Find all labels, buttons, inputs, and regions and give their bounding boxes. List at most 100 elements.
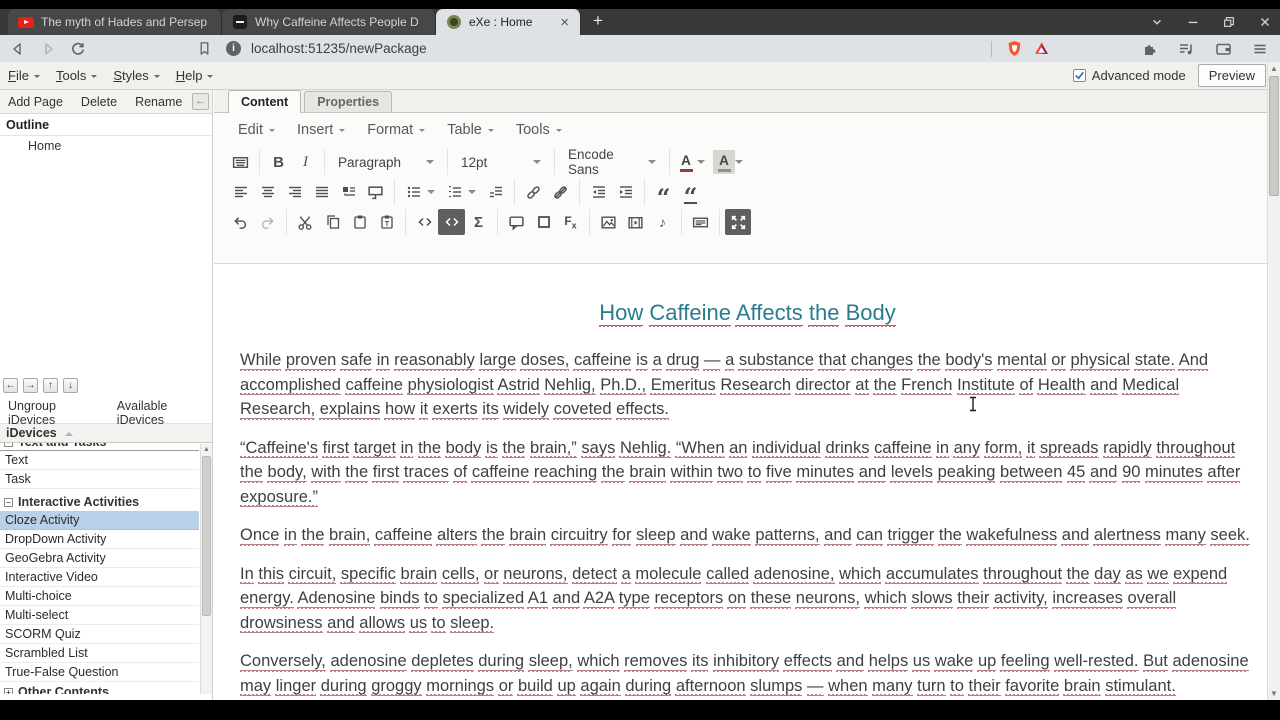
- cut-button[interactable]: [292, 209, 319, 235]
- site-info-icon[interactable]: i: [226, 41, 241, 56]
- tab-close-icon[interactable]: ×: [559, 15, 570, 30]
- editor-menu-tools[interactable]: Tools: [510, 122, 568, 138]
- chevron-down-icon[interactable]: [468, 190, 476, 198]
- align-left-button[interactable]: [227, 179, 254, 205]
- window-chevron-icon[interactable]: [1150, 15, 1164, 29]
- insert-image-button[interactable]: [595, 209, 622, 235]
- move-left-button[interactable]: ←: [3, 378, 18, 393]
- outline-item-home[interactable]: Home: [0, 136, 212, 156]
- insert-block-button[interactable]: [335, 179, 362, 205]
- playlist-music-icon[interactable]: [1178, 41, 1195, 57]
- text-color-button[interactable]: A: [675, 150, 697, 174]
- callout-button[interactable]: [362, 179, 389, 205]
- numbered-list-button[interactable]: [441, 179, 468, 205]
- scroll-up-icon[interactable]: ▲: [201, 444, 212, 455]
- menu-hamburger-icon[interactable]: [1252, 41, 1268, 57]
- wallet-icon[interactable]: [1215, 41, 1232, 57]
- toolbar-toggle-button[interactable]: [227, 149, 254, 175]
- advanced-mode-checkbox[interactable]: [1072, 69, 1086, 82]
- paste-as-text-button[interactable]: T: [373, 209, 400, 235]
- bold-button[interactable]: B: [265, 149, 292, 175]
- menu-file[interactable]: File: [0, 68, 48, 83]
- idevice-item-cloze-activity[interactable]: Cloze Activity: [0, 511, 199, 530]
- insert-link-button[interactable]: [520, 179, 547, 205]
- window-restore-icon[interactable]: [1222, 15, 1236, 29]
- undo-button[interactable]: [227, 209, 254, 235]
- move-up-button[interactable]: ↑: [43, 378, 58, 393]
- chevron-down-icon[interactable]: [735, 160, 743, 168]
- browser-tab-1[interactable]: The myth of Hades and Persep: [8, 9, 222, 35]
- bookmark-icon[interactable]: [192, 37, 216, 61]
- align-right-button[interactable]: [281, 179, 308, 205]
- idevice-item-interactive-video[interactable]: Interactive Video: [0, 568, 199, 587]
- editor-menu-format[interactable]: Format: [361, 122, 431, 138]
- remove-link-button[interactable]: [547, 179, 574, 205]
- rename-button[interactable]: Rename: [135, 95, 182, 109]
- copy-button[interactable]: [319, 209, 346, 235]
- font-family-select[interactable]: Encode Sans: [560, 147, 664, 177]
- ungroup-idevices-button[interactable]: Ungroup iDevices: [8, 399, 101, 427]
- preview-button[interactable]: Preview: [1197, 64, 1266, 87]
- fullscreen-button[interactable]: [725, 209, 751, 235]
- idevice-item-multi-choice[interactable]: Multi-choice: [0, 587, 199, 606]
- line-spacing-button[interactable]: [482, 179, 509, 205]
- idevice-group-interactive[interactable]: − Interactive Activities: [0, 494, 199, 511]
- available-idevices-button[interactable]: Available iDevices: [117, 399, 212, 427]
- blockquote-button[interactable]: “: [650, 179, 677, 210]
- idevice-item-task[interactable]: Task: [0, 470, 199, 489]
- comment-button[interactable]: [503, 209, 530, 235]
- scrollbar-thumb[interactable]: [202, 456, 211, 616]
- redo-button[interactable]: [254, 209, 281, 235]
- italic-button[interactable]: I: [292, 149, 319, 175]
- idevice-item-geogebra-activity[interactable]: GeoGebra Activity: [0, 549, 199, 568]
- back-button[interactable]: [6, 37, 30, 61]
- inline-quote-button[interactable]: “: [677, 179, 704, 209]
- menu-help[interactable]: Help: [168, 68, 222, 83]
- scrollbar-thumb[interactable]: [1269, 76, 1279, 196]
- menu-styles[interactable]: Styles: [105, 68, 167, 83]
- delete-button[interactable]: Delete: [81, 95, 117, 109]
- outdent-button[interactable]: [585, 179, 612, 205]
- bullet-list-button[interactable]: [400, 179, 427, 205]
- extensions-puzzle-icon[interactable]: [1142, 41, 1158, 57]
- chevron-down-icon[interactable]: [697, 160, 705, 168]
- idevice-item-text[interactable]: Text: [0, 451, 199, 470]
- window-minimize-icon[interactable]: [1186, 15, 1200, 29]
- idevice-item-scrambled-list[interactable]: Scrambled List: [0, 644, 199, 663]
- document-canvas[interactable]: How Caffeine Affects the Body While prov…: [214, 264, 1267, 720]
- idevices-scrollbar[interactable]: ▲: [200, 444, 212, 694]
- idevice-item-true-false[interactable]: True-False Question: [0, 663, 199, 682]
- insert-audio-button[interactable]: ♪: [649, 209, 676, 235]
- code-sample-button[interactable]: [438, 209, 465, 235]
- editor-menu-table[interactable]: Table: [441, 122, 500, 138]
- editor-menu-insert[interactable]: Insert: [291, 122, 351, 138]
- scroll-down-icon[interactable]: ▼: [1268, 687, 1280, 700]
- editor-menu-edit[interactable]: Edit: [232, 122, 281, 138]
- align-center-button[interactable]: [254, 179, 281, 205]
- forward-button[interactable]: [36, 37, 60, 61]
- move-right-button[interactable]: →: [23, 378, 38, 393]
- source-code-button[interactable]: [411, 209, 438, 235]
- tab-content[interactable]: Content: [228, 90, 302, 113]
- brave-shield-icon[interactable]: [1006, 40, 1023, 57]
- background-color-button[interactable]: A: [713, 150, 735, 174]
- scroll-up-icon[interactable]: ▲: [1268, 62, 1280, 75]
- address-bar[interactable]: i localhost:51235/newPackage: [226, 40, 1056, 57]
- paste-button[interactable]: [346, 209, 373, 235]
- add-page-button[interactable]: Add Page: [8, 95, 63, 109]
- show-blocks-button[interactable]: [530, 209, 557, 235]
- move-down-button[interactable]: ↓: [63, 378, 78, 393]
- browser-tab-active[interactable]: eXe : Home ×: [436, 9, 581, 35]
- window-close-icon[interactable]: [1258, 15, 1272, 29]
- effects-button[interactable]: Fx: [557, 209, 584, 235]
- insert-html-button[interactable]: [687, 209, 714, 235]
- align-justify-button[interactable]: [308, 179, 335, 205]
- insert-media-button[interactable]: [622, 209, 649, 235]
- bat-icon[interactable]: [1033, 40, 1050, 57]
- idevices-column-header[interactable]: iDevices: [0, 424, 212, 443]
- idevice-item-dropdown-activity[interactable]: DropDown Activity: [0, 530, 199, 549]
- collapse-pane-button[interactable]: ←: [192, 93, 209, 110]
- chevron-down-icon[interactable]: [427, 190, 435, 198]
- reload-button[interactable]: [66, 37, 90, 61]
- new-tab-button[interactable]: +: [593, 11, 603, 31]
